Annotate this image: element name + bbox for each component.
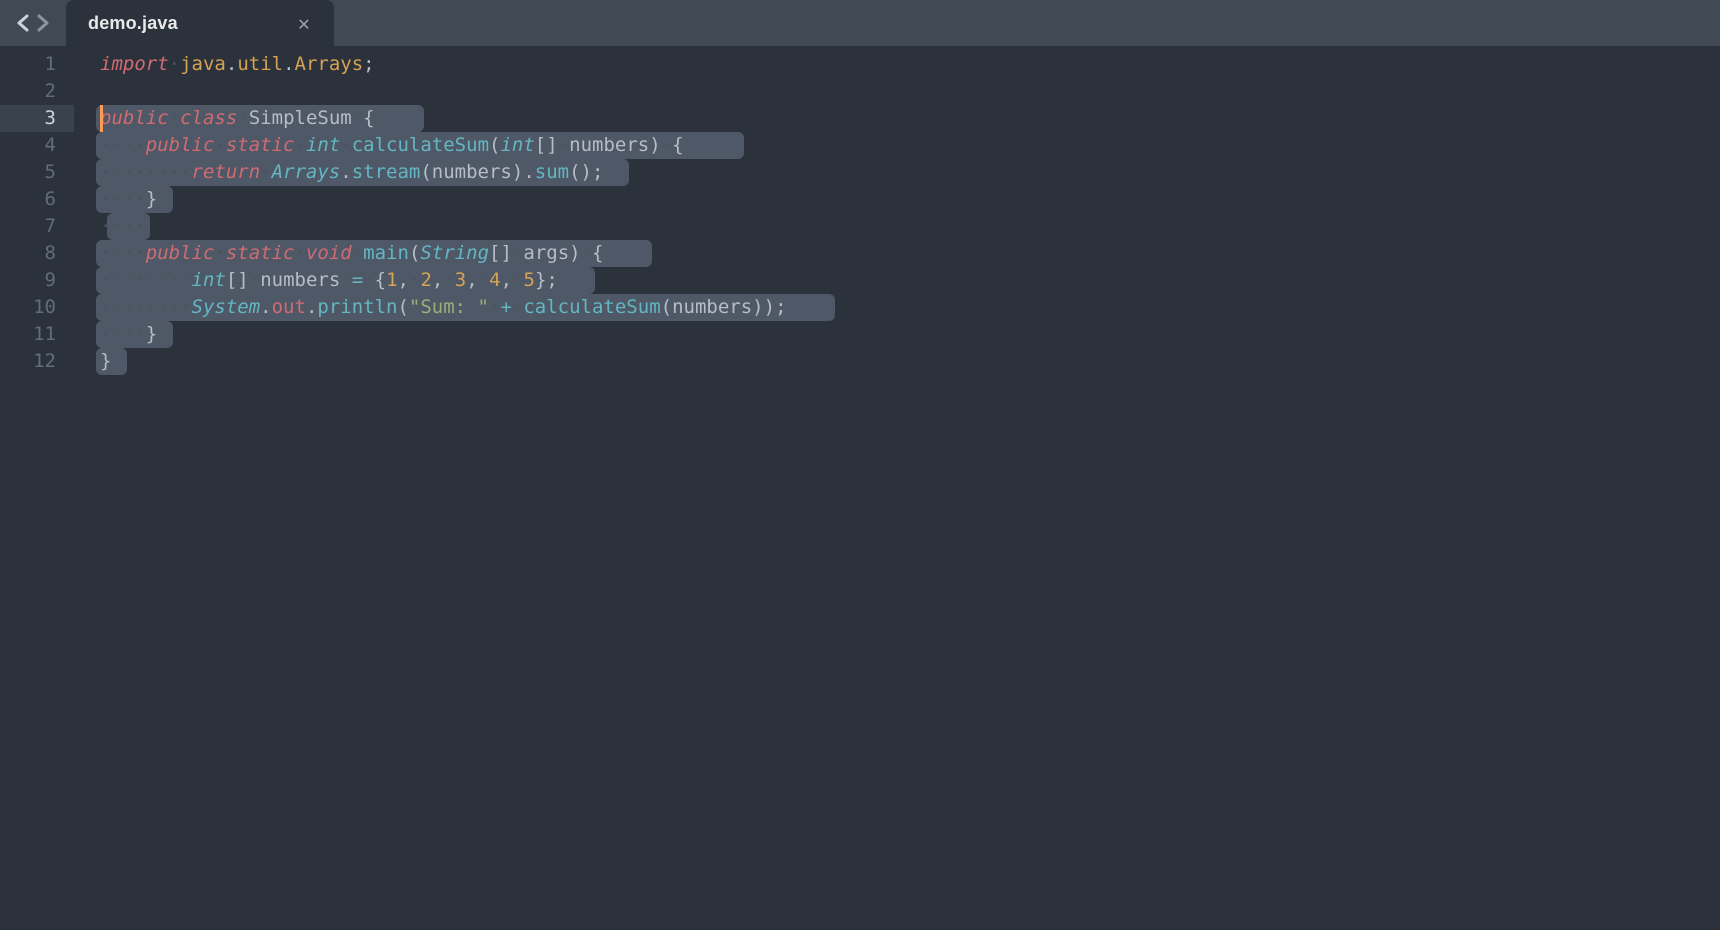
line-number: 4 (0, 132, 56, 159)
nav-arrows (0, 0, 66, 46)
code-text: ········return·Arrays.stream(numbers).su… (100, 161, 603, 183)
line-number: 7 (0, 213, 56, 240)
nav-forward-icon[interactable] (36, 14, 50, 32)
line-number: 6 (0, 186, 56, 213)
line-number: 9 (0, 267, 56, 294)
code-line[interactable]: ····public·static·void·main(String[]·arg… (100, 240, 1720, 267)
code-line[interactable]: } (100, 348, 1720, 375)
line-number: 10 (0, 294, 56, 321)
code-text: } (100, 350, 111, 372)
code-line[interactable]: ···· (100, 213, 1720, 240)
line-number: 3 (0, 105, 74, 132)
close-icon[interactable]: ✕ (298, 13, 310, 33)
code-line[interactable] (100, 78, 1720, 105)
code-editor[interactable]: 123456789101112 import·java.util.Arrays;… (0, 46, 1720, 930)
line-number: 1 (0, 51, 56, 78)
code-line[interactable]: ········System.out.println("Sum: "·+·cal… (100, 294, 1720, 321)
code-line[interactable]: import·java.util.Arrays; (100, 51, 1720, 78)
file-tab[interactable]: demo.java ✕ (66, 0, 334, 46)
code-line[interactable]: ········return·Arrays.stream(numbers).su… (100, 159, 1720, 186)
code-text: ········int[]·numbers·=·{1,·2,·3,·4,·5}; (100, 269, 558, 291)
line-number: 12 (0, 348, 56, 375)
code-text: ········System.out.println("Sum: "·+·cal… (100, 296, 787, 318)
text-cursor (100, 105, 103, 132)
code-text: ····} (100, 188, 157, 210)
code-text: ····public·static·void·main(String[]·arg… (100, 242, 604, 264)
code-line[interactable]: ····} (100, 186, 1720, 213)
line-number: 2 (0, 78, 56, 105)
code-text: ···· (100, 215, 146, 237)
line-number: 5 (0, 159, 56, 186)
code-text: import·java.util.Arrays; (100, 53, 375, 75)
code-line[interactable]: ····} (100, 321, 1720, 348)
nav-back-icon[interactable] (16, 14, 30, 32)
line-number-gutter: 123456789101112 (0, 46, 74, 930)
code-line[interactable]: ····public·static·int·calculateSum(int[]… (100, 132, 1720, 159)
tab-strip: demo.java ✕ (0, 0, 1720, 46)
code-line[interactable]: public·class·SimpleSum·{ (100, 105, 1720, 132)
code-text: ····public·static·int·calculateSum(int[]… (100, 134, 684, 156)
code-area[interactable]: import·java.util.Arrays; public·class·Sim… (74, 46, 1720, 930)
line-number: 11 (0, 321, 56, 348)
line-number: 8 (0, 240, 56, 267)
code-text: public·class·SimpleSum·{ (100, 107, 375, 129)
code-text: ····} (100, 323, 157, 345)
code-line[interactable]: ········int[]·numbers·=·{1,·2,·3,·4,·5}; (100, 267, 1720, 294)
tab-title: demo.java (88, 13, 178, 34)
